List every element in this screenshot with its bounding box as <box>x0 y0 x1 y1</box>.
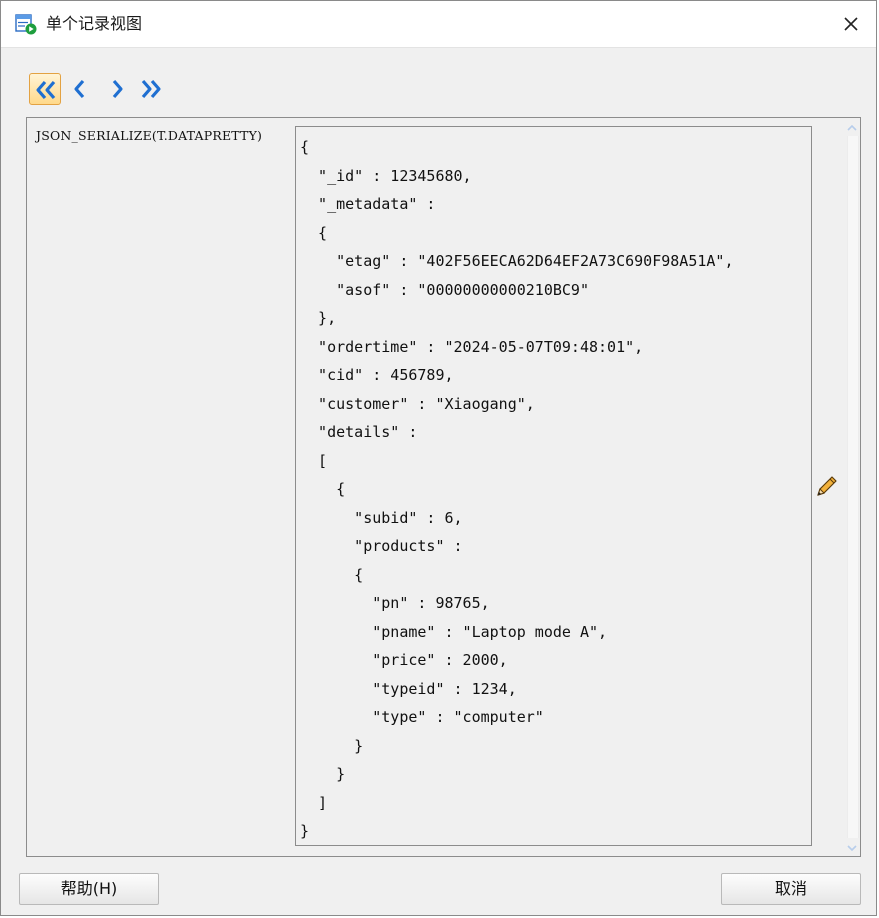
single-record-view-dialog: 单个记录视图 JSON_SERIALIZE(T.DATAPRETTY) {"_… <box>0 0 877 916</box>
arrow-up-icon <box>847 124 857 131</box>
chevron-left-icon <box>74 79 85 99</box>
title-bar: 单个记录视图 <box>1 1 876 47</box>
vertical-scrollbar[interactable] <box>845 120 859 854</box>
cancel-button[interactable]: 取消 <box>721 873 861 905</box>
record-view-icon <box>15 13 37 35</box>
chevron-right-icon <box>112 79 123 99</box>
field-value-box[interactable]: { "_id" : 12345680, "_metadata" : { "eta… <box>295 126 812 846</box>
close-button[interactable] <box>836 9 866 39</box>
last-record-button[interactable] <box>135 73 167 105</box>
dialog-title: 单个记录视图 <box>46 14 143 33</box>
edit-value-button[interactable] <box>813 474 839 500</box>
first-record-button[interactable] <box>29 73 61 105</box>
title-separator <box>1 47 876 48</box>
scroll-track[interactable] <box>847 136 859 838</box>
previous-record-button[interactable] <box>65 73 97 105</box>
pencil-icon <box>817 476 837 496</box>
field-value-text: { "_id" : 12345680, "_metadata" : { "eta… <box>300 138 734 840</box>
next-record-button[interactable] <box>101 73 133 105</box>
scroll-down-arrow[interactable] <box>845 840 859 854</box>
field-label: JSON_SERIALIZE(T.DATAPRETTY) <box>36 128 263 143</box>
arrow-down-icon <box>847 845 857 852</box>
double-chevron-right-icon <box>141 79 161 99</box>
record-panel: JSON_SERIALIZE(T.DATAPRETTY) { "_id" : 1… <box>26 117 861 857</box>
scroll-up-arrow[interactable] <box>845 120 859 134</box>
close-icon <box>844 17 858 31</box>
help-button[interactable]: 帮助(H) <box>19 873 159 905</box>
double-chevron-left-icon <box>36 80 56 100</box>
